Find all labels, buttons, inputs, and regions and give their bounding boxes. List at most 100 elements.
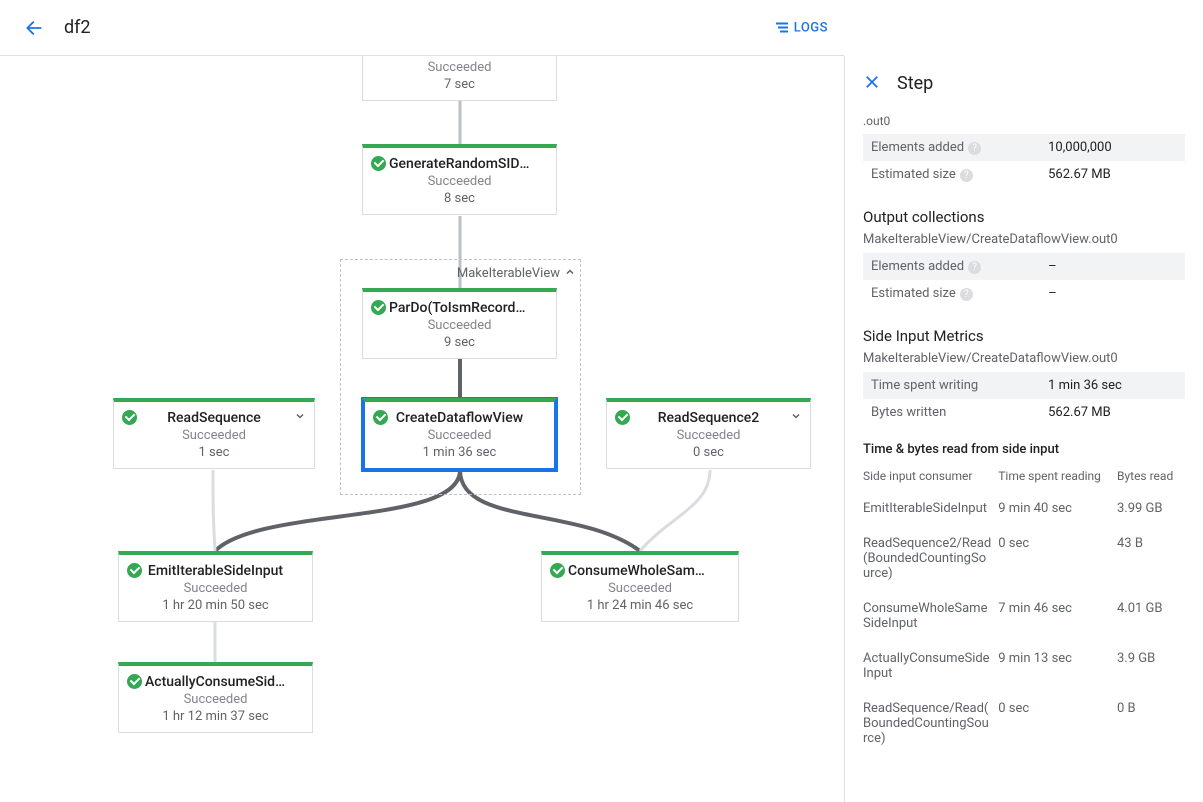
cutoff-text: .out0 xyxy=(863,114,1185,128)
metric-key: Time spent writing xyxy=(863,372,1040,399)
metric-value: – xyxy=(1040,280,1185,307)
chevron-up-icon[interactable] xyxy=(564,266,576,282)
metric-value: 562.67 MB xyxy=(1040,161,1185,188)
node-title: CreateDataflowView xyxy=(365,402,554,426)
node-time: 7 sec xyxy=(363,77,556,100)
graph-node-emititerable[interactable]: EmitIterableSideInput Succeeded 1 hr 20 … xyxy=(118,551,313,622)
node-status: Succeeded xyxy=(119,692,312,707)
check-icon xyxy=(550,563,565,579)
node-title: ActuallyConsumeSideI… xyxy=(119,666,312,690)
metric-key: Elements added? xyxy=(863,253,1040,280)
check-icon xyxy=(127,563,142,579)
help-icon[interactable]: ? xyxy=(960,169,973,182)
table-row: ReadSequence/Read(BoundedCountingSource)… xyxy=(863,691,1185,756)
cell-time: 9 min 40 sec xyxy=(998,491,1117,526)
check-icon xyxy=(122,410,137,426)
graph-canvas[interactable]: . Succeeded 7 sec GenerateRandomSIData S… xyxy=(0,56,844,746)
table-row: EmitIterableSideInput9 min 40 sec3.99 GB xyxy=(863,491,1185,526)
help-icon[interactable]: ? xyxy=(968,142,981,155)
panel-body: .out0 Elements added?10,000,000Estimated… xyxy=(845,114,1203,776)
chevron-down-icon[interactable] xyxy=(294,410,306,426)
graph-node-consumewhole[interactable]: ConsumeWholeSameSi… Succeeded 1 hr 24 mi… xyxy=(541,551,739,622)
check-icon xyxy=(127,674,142,690)
node-status: Succeeded xyxy=(542,581,738,596)
output-collection-table: Elements added?–Estimated size?– xyxy=(863,253,1185,307)
metric-key: Elements added? xyxy=(863,134,1040,161)
node-time: 1 hr 20 min 50 sec xyxy=(119,598,312,621)
node-title: ParDo(ToIsmRecordFor… xyxy=(363,292,556,316)
node-time: 0 sec xyxy=(607,445,810,468)
cell-consumer: EmitIterableSideInput xyxy=(863,491,998,526)
node-time: 1 hr 24 min 46 sec xyxy=(542,598,738,621)
logs-button[interactable]: LOGS xyxy=(776,20,828,35)
cell-bytes: 4.01 GB xyxy=(1117,591,1185,641)
cell-consumer: ReadSequence2/Read(BoundedCountingSource… xyxy=(863,526,998,591)
graph-node-actuallyconsume[interactable]: ActuallyConsumeSideI… Succeeded 1 hr 12 … xyxy=(118,662,313,733)
graph-node-gen[interactable]: GenerateRandomSIData Succeeded 8 sec xyxy=(362,144,557,215)
node-status: Succeeded xyxy=(119,581,312,596)
metric-value: – xyxy=(1040,253,1185,280)
cell-time: 0 sec xyxy=(998,526,1117,591)
node-title: EmitIterableSideInput xyxy=(119,555,312,579)
section-side-input-metrics: Side Input Metrics xyxy=(863,327,1185,345)
metric-key: Estimated size? xyxy=(863,161,1040,188)
cell-time: 0 sec xyxy=(998,691,1117,756)
arrow-left-icon xyxy=(24,18,44,38)
panel-header: Step xyxy=(845,56,1203,112)
node-status: Succeeded xyxy=(363,318,556,333)
cell-consumer: ActuallyConsumeSideInput xyxy=(863,641,998,691)
input-collection-table: Elements added?10,000,000Estimated size?… xyxy=(863,134,1185,188)
node-status: Succeeded xyxy=(607,428,810,443)
node-title: ConsumeWholeSameSi… xyxy=(542,555,738,579)
node-time: 9 sec xyxy=(363,335,556,358)
node-status: Succeeded xyxy=(365,428,554,443)
metric-key: Bytes written xyxy=(863,399,1040,426)
cell-bytes: 3.9 GB xyxy=(1117,641,1185,691)
node-time: 8 sec xyxy=(363,191,556,214)
cell-bytes: 43 B xyxy=(1117,526,1185,591)
check-icon xyxy=(371,156,386,172)
chevron-down-icon[interactable] xyxy=(790,410,802,426)
main: . Succeeded 7 sec GenerateRandomSIData S… xyxy=(0,56,1203,746)
table-row: ConsumeWholeSameSideInput7 min 46 sec4.0… xyxy=(863,591,1185,641)
check-icon xyxy=(373,410,388,426)
node-time: 1 sec xyxy=(114,445,314,468)
cell-bytes: 3.99 GB xyxy=(1117,491,1185,526)
output-collection-name: MakeIterableView/CreateDataflowView.out0 xyxy=(863,232,1185,247)
cell-bytes: 0 B xyxy=(1117,691,1185,756)
check-icon xyxy=(615,410,630,426)
node-title: GenerateRandomSIData xyxy=(363,148,556,172)
metric-key: Estimated size? xyxy=(863,280,1040,307)
topbar: df2 LOGS xyxy=(0,0,844,56)
graph-node-readsequence2[interactable]: ReadSequence2 Succeeded 0 sec xyxy=(606,398,811,469)
cell-time: 9 min 13 sec xyxy=(998,641,1117,691)
table-row: ReadSequence2/Read(BoundedCountingSource… xyxy=(863,526,1185,591)
metric-value: 562.67 MB xyxy=(1040,399,1185,426)
side-input-name: MakeIterableView/CreateDataflowView.out0 xyxy=(863,351,1185,366)
back-button[interactable] xyxy=(16,10,52,46)
graph-node[interactable]: . Succeeded 7 sec xyxy=(362,56,557,101)
node-title: ReadSequence xyxy=(114,402,314,426)
close-icon xyxy=(863,73,881,91)
graph-node-pardo[interactable]: ParDo(ToIsmRecordFor… Succeeded 9 sec xyxy=(362,288,557,359)
help-icon[interactable]: ? xyxy=(960,288,973,301)
page-title: df2 xyxy=(64,17,91,38)
section-output-collections: Output collections xyxy=(863,208,1185,226)
side-input-read-table: Side input consumer Time spent reading B… xyxy=(863,465,1185,756)
metric-value: 1 min 36 sec xyxy=(1040,372,1185,399)
table-row: ActuallyConsumeSideInput9 min 13 sec3.9 … xyxy=(863,641,1185,691)
side-input-read-heading: Time & bytes read from side input xyxy=(863,442,1185,457)
cell-consumer: ConsumeWholeSameSideInput xyxy=(863,591,998,641)
cell-consumer: ReadSequence/Read(BoundedCountingSource) xyxy=(863,691,998,756)
help-icon[interactable]: ? xyxy=(968,261,981,274)
graph-node-createdataflowview[interactable]: CreateDataflowView Succeeded 1 min 36 se… xyxy=(362,398,557,471)
node-time: 1 min 36 sec xyxy=(365,445,554,468)
col-time: Time spent reading xyxy=(998,465,1117,491)
close-button[interactable] xyxy=(863,72,881,96)
cell-time: 7 min 46 sec xyxy=(998,591,1117,641)
check-icon xyxy=(371,300,386,316)
logs-label: LOGS xyxy=(794,20,828,35)
graph-node-readsequence[interactable]: ReadSequence Succeeded 1 sec xyxy=(113,398,315,469)
col-bytes: Bytes read xyxy=(1117,465,1185,491)
logs-icon xyxy=(776,23,788,33)
